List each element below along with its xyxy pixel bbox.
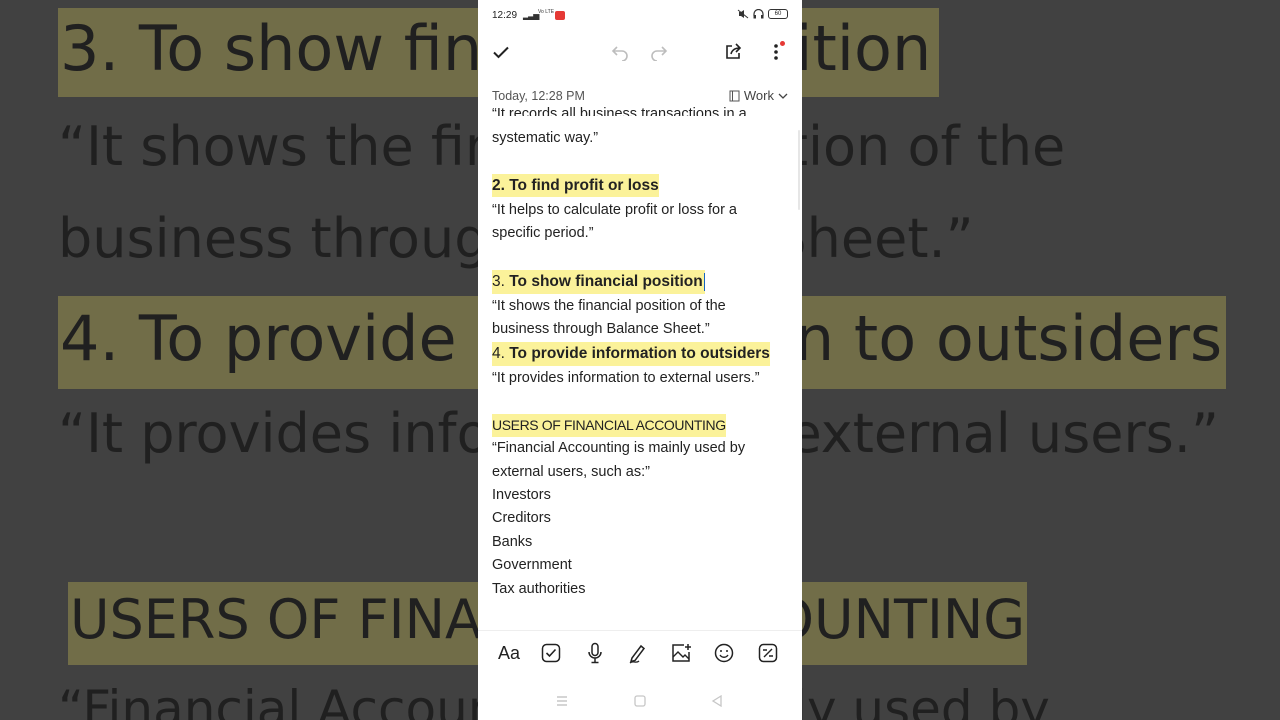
section-heading: 3. To show financial position [492, 270, 706, 294]
recents-menu-icon[interactable] [554, 694, 570, 708]
note-line: “It provides information to external use… [492, 370, 760, 386]
users-heading: USERS OF FINANCIAL ACCOUNTING [492, 414, 726, 437]
section-heading: 4. To provide information to outsiders [492, 342, 770, 366]
signal-icon: ▂▃▅ [523, 11, 540, 20]
editor-toolbar [478, 32, 802, 72]
note-line: “It helps to calculate profit or loss fo… [492, 202, 737, 218]
microphone-icon[interactable] [582, 641, 608, 665]
headphones-icon [753, 9, 764, 19]
notification-dot-icon [780, 41, 785, 46]
folder-label: Work [743, 88, 774, 103]
more-options-icon[interactable] [764, 40, 788, 64]
network-label: Vo LTE [538, 9, 555, 15]
note-line: specific period.” [492, 225, 594, 241]
status-bar: 12:29 ▂▃▅ Vo LTE 60 [478, 0, 802, 32]
text-format-button[interactable]: Aa [496, 641, 522, 665]
add-image-icon[interactable] [668, 641, 694, 665]
scrollbar[interactable] [798, 130, 800, 210]
folder-selector[interactable]: Work [729, 88, 788, 103]
list-item: Banks [492, 534, 533, 550]
format-toolbar: Aa [478, 630, 802, 674]
emoji-icon[interactable] [711, 641, 737, 665]
list-item: Government [492, 557, 572, 573]
note-line: “It shows the financial position of the [492, 298, 726, 314]
draw-pen-icon[interactable] [625, 641, 651, 665]
note-line: business through Balance Sheet.” [492, 321, 710, 337]
redo-icon[interactable] [647, 40, 671, 64]
notebook-icon [729, 90, 740, 101]
home-square-icon[interactable] [632, 694, 648, 708]
status-time: 12:29 [492, 10, 518, 21]
notification-badge-icon [555, 11, 565, 20]
phone-screen: 12:29 ▂▃▅ Vo LTE 60 Today, 12:28 PM Work… [478, 0, 802, 720]
note-line: external users, such as:” [492, 464, 650, 480]
list-item: Tax authorities [492, 581, 586, 597]
list-item: Creditors [492, 510, 551, 526]
note-line: systematic way.” [492, 130, 599, 146]
share-icon[interactable] [721, 40, 745, 64]
checklist-icon[interactable] [538, 641, 564, 665]
calculator-icon[interactable] [755, 641, 781, 665]
list-item: Investors [492, 487, 551, 503]
system-nav-bar [478, 682, 802, 720]
note-line: “Financial Accounting is mainly used by [492, 440, 746, 456]
done-check-icon[interactable] [489, 40, 513, 64]
note-date: Today, 12:28 PM [492, 89, 585, 103]
section-heading: 2. To find profit or loss [492, 174, 659, 197]
text-cursor [703, 273, 706, 292]
note-line: “It records all business transactions in… [492, 106, 747, 116]
undo-icon[interactable] [608, 40, 632, 64]
back-triangle-icon[interactable] [709, 694, 725, 708]
battery-icon: 60 [768, 9, 788, 19]
mute-icon [737, 9, 749, 19]
chevron-down-icon [778, 93, 788, 99]
